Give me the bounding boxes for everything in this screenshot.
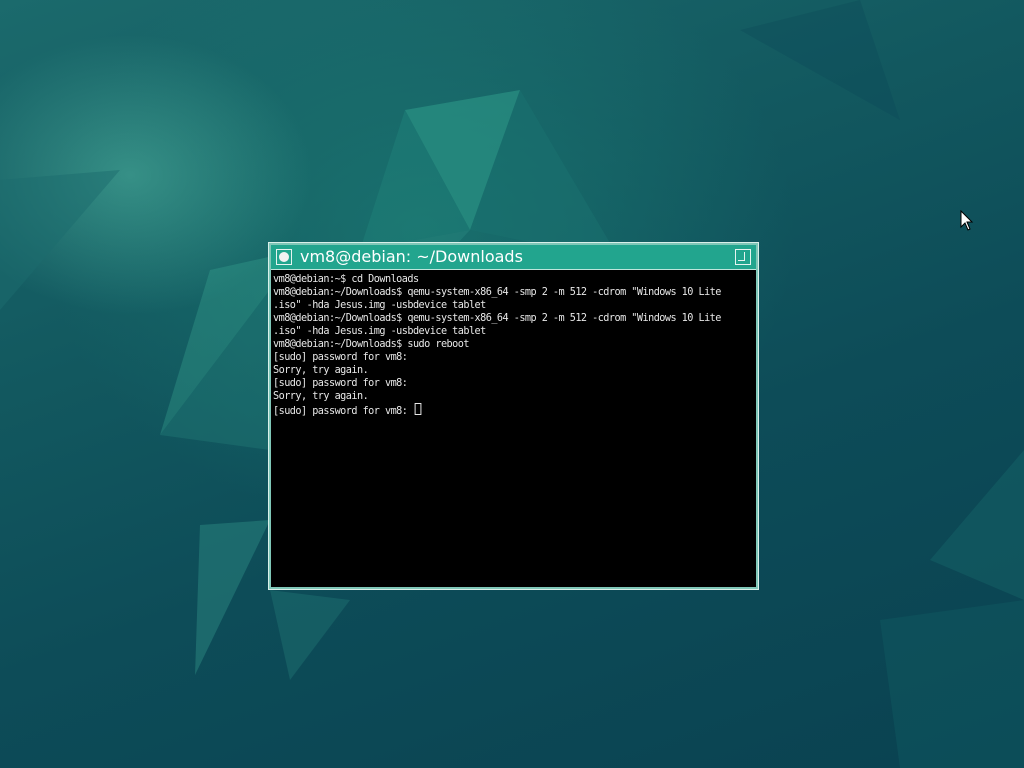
terminal-line: .iso" -hda Jesus.img -usbdevice tablet [273,325,486,337]
window-title: vm8@debian: ~/Downloads [300,247,523,266]
terminal-line: .iso" -hda Jesus.img -usbdevice tablet [273,299,486,311]
terminal-line: [sudo] password for vm8: [273,377,408,389]
terminal-line: vm8@debian:~/Downloads$ qemu-system-x86_… [273,312,721,324]
maximize-button[interactable] [735,249,751,265]
desktop-background[interactable]: vm8@debian: ~/Downloads vm8@debian:~$ cd… [0,0,1024,768]
circle-icon [279,252,289,262]
maximize-icon [738,252,745,261]
terminal-line: [sudo] password for vm8: [273,351,408,363]
terminal-line: vm8@debian:~$ cd Downloads [273,273,419,285]
prompt-text: [sudo] password for vm8: [273,405,413,417]
mouse-pointer-icon [960,210,974,231]
title-bar[interactable]: vm8@debian: ~/Downloads [271,245,756,270]
terminal-line: vm8@debian:~/Downloads$ qemu-system-x86_… [273,286,721,298]
terminal-line: Sorry, try again. [273,390,369,402]
terminal-prompt-line[interactable]: [sudo] password for vm8: [273,403,742,418]
text-cursor [414,403,422,415]
terminal-line: Sorry, try again. [273,364,369,376]
window-menu-button[interactable] [276,249,292,265]
terminal-line: vm8@debian:~/Downloads$ sudo reboot [273,338,469,350]
terminal-window[interactable]: vm8@debian: ~/Downloads vm8@debian:~$ cd… [268,242,759,590]
terminal-output[interactable]: vm8@debian:~$ cd Downloads vm8@debian:~/… [273,273,756,587]
